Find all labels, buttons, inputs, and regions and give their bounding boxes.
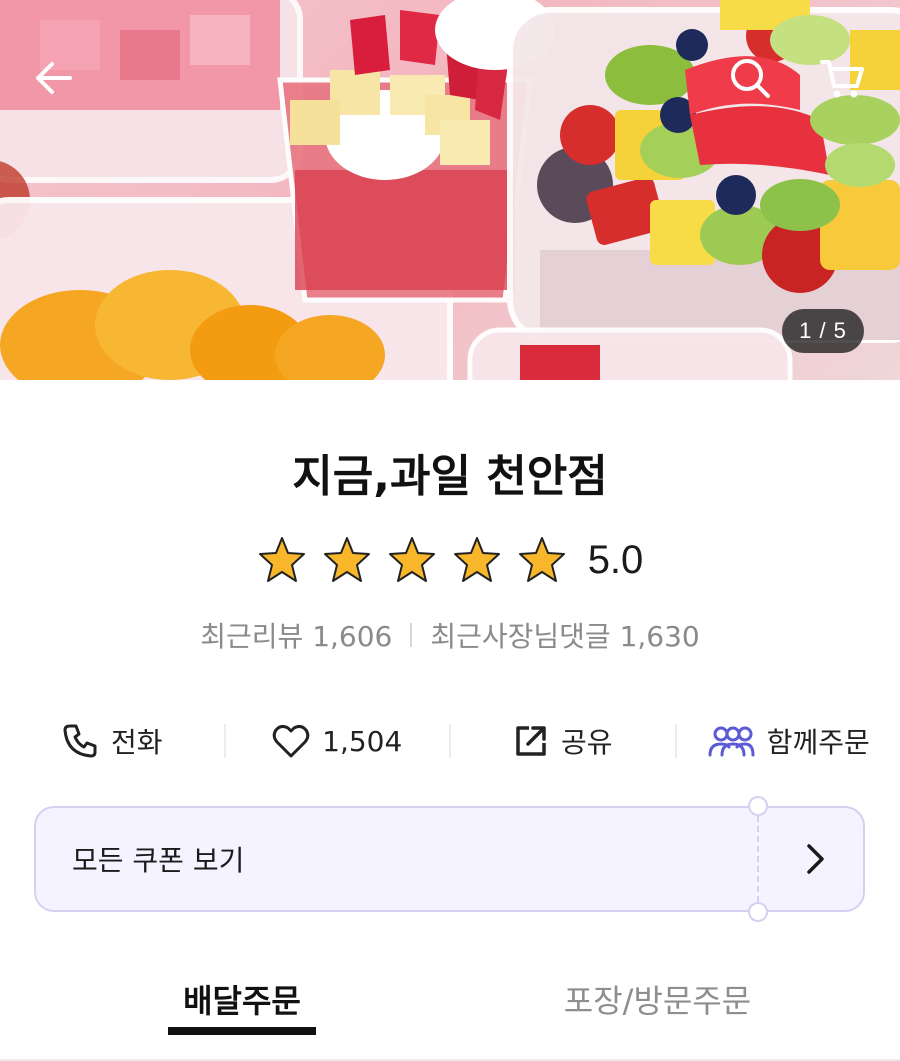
share-label: 공유 — [560, 726, 613, 759]
rating-value: 5.0 — [587, 537, 644, 582]
coupon-notch — [748, 796, 768, 816]
star-icon — [388, 537, 435, 582]
group-people-icon — [708, 726, 755, 757]
group-order-label: 함께주문 — [766, 726, 870, 759]
chevron-right-icon — [794, 838, 836, 880]
review-stats-row[interactable]: 최근리뷰 1,606 최근사장님댓글 1,630 — [0, 615, 900, 655]
star-icon — [453, 537, 500, 582]
call-button[interactable]: 전화 — [0, 712, 224, 770]
recent-reviews-count[interactable]: 최근리뷰 1,606 — [200, 615, 392, 655]
active-tab-indicator — [168, 1027, 316, 1035]
recent-owner-comments-count[interactable]: 최근사장님댓글 1,630 — [430, 615, 699, 655]
phone-icon — [63, 724, 97, 758]
star-icon — [323, 537, 370, 582]
store-name: 지금,과일 천안점 — [292, 451, 608, 502]
back-arrow-icon — [36, 62, 72, 94]
star-icon — [518, 537, 565, 582]
order-type-tabs: 배달주문 포장/방문주문 — [0, 960, 900, 1061]
share-button[interactable]: 공유 — [451, 712, 675, 770]
coupon-perforation — [757, 816, 759, 902]
group-order-button[interactable]: 함께주문 — [677, 712, 900, 770]
coupon-label: 모든 쿠폰 보기 — [72, 844, 245, 877]
view-all-coupons-button[interactable]: 모든 쿠폰 보기 — [34, 796, 865, 922]
search-button[interactable] — [722, 50, 778, 106]
tab-pickup-visit-order[interactable]: 포장/방문주문 — [545, 960, 770, 1038]
cart-icon — [820, 60, 864, 98]
call-label: 전화 — [110, 726, 163, 759]
share-icon — [516, 726, 546, 756]
coupon-notch — [748, 902, 768, 922]
back-button[interactable] — [26, 50, 82, 106]
hero-image-carousel[interactable]: 1 / 5 — [0, 0, 900, 380]
divider — [410, 623, 413, 647]
star-icon — [258, 537, 305, 582]
cart-button[interactable] — [814, 50, 870, 106]
image-counter-badge: 1 / 5 — [782, 309, 864, 353]
search-icon — [731, 59, 770, 98]
store-actions-bar: 전화 1,504 공유 함께주문 — [0, 712, 900, 770]
like-count: 1,504 — [322, 724, 403, 758]
like-button[interactable]: 1,504 — [226, 712, 450, 770]
rating-row[interactable]: 5.0 — [0, 530, 900, 590]
heart-icon — [272, 724, 310, 758]
